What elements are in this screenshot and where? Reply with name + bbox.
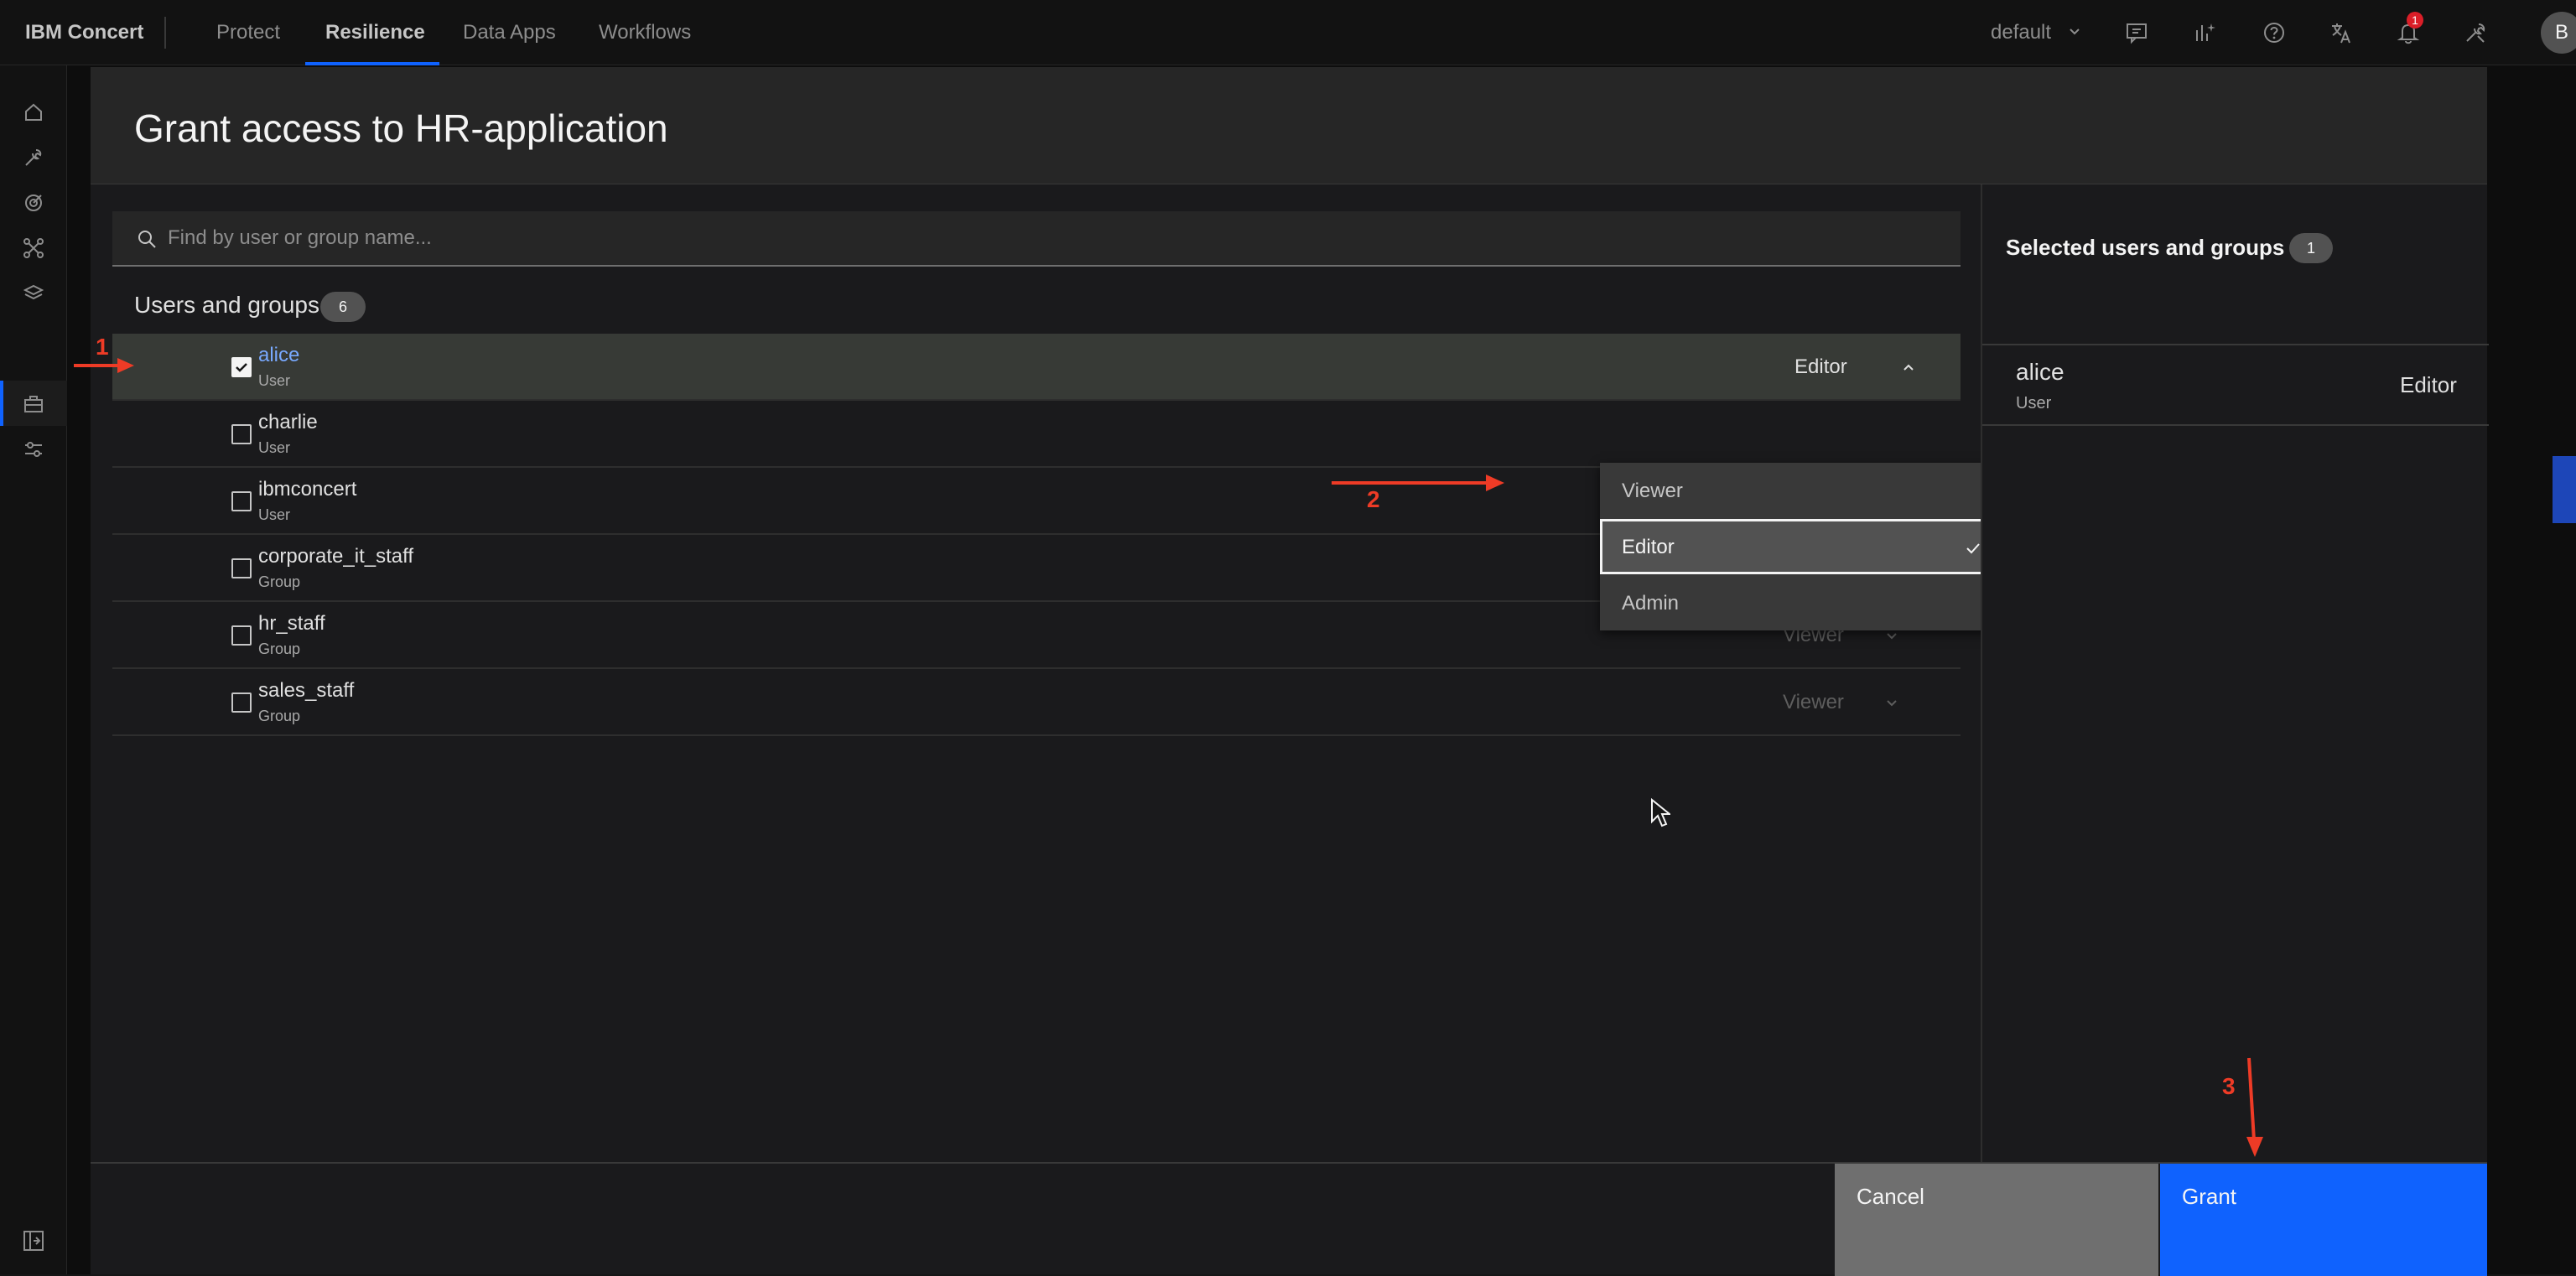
tools-icon[interactable] xyxy=(2459,16,2492,49)
selected-item-role: Editor xyxy=(2400,372,2457,397)
selected-item-type: User xyxy=(2016,394,2052,412)
help-icon[interactable] xyxy=(2257,16,2291,49)
dropdown-option-editor[interactable]: Editor xyxy=(1600,519,2004,574)
ai-icon[interactable] xyxy=(2189,16,2222,49)
row-checkbox[interactable] xyxy=(231,692,252,713)
target-icon[interactable] xyxy=(18,188,49,218)
role-select[interactable]: Editor xyxy=(1791,350,1934,384)
nav-data-apps[interactable]: Data Apps xyxy=(463,0,556,65)
chevron-down-icon xyxy=(1887,700,1897,707)
row-checkbox[interactable] xyxy=(231,357,252,377)
chevron-down-icon xyxy=(2070,29,2080,35)
row-name: ibmconcert xyxy=(258,478,357,501)
cancel-button[interactable]: Cancel xyxy=(1835,1164,2158,1276)
translate-icon[interactable] xyxy=(2324,16,2358,49)
row-type: Group xyxy=(258,573,301,590)
wrench-icon[interactable] xyxy=(18,143,49,173)
feedback-icon[interactable] xyxy=(2120,16,2153,49)
left-rail xyxy=(0,65,67,1274)
panel-toggle-icon[interactable] xyxy=(18,1226,49,1256)
dropdown-option-viewer[interactable]: Viewer xyxy=(1600,463,2004,518)
row-name[interactable]: alice xyxy=(258,344,299,367)
option-label: Viewer xyxy=(1622,480,1683,502)
notification-badge: 1 xyxy=(2407,12,2423,29)
annotation-step-1: 1 xyxy=(96,334,109,360)
row-type: User xyxy=(258,506,291,523)
briefcase-icon[interactable] xyxy=(18,389,49,419)
row-checkbox[interactable] xyxy=(231,424,252,444)
top-header: IBM Concert Protect Resilience Data Apps… xyxy=(0,0,2576,65)
selected-item-name: alice xyxy=(2016,359,2064,385)
role-select[interactable]: Viewer xyxy=(1783,686,1925,719)
list-item-sales-staff[interactable]: sales_staff Group Viewer xyxy=(112,669,1961,736)
grant-access-modal: Grant access to HR-application Users and… xyxy=(91,67,2489,1276)
modal-title: Grant access to HR-application xyxy=(134,106,668,150)
context-selector[interactable]: default xyxy=(1991,0,2051,65)
home-icon[interactable] xyxy=(18,97,49,127)
checkmark-icon xyxy=(236,363,247,372)
row-type: User xyxy=(258,372,291,389)
mouse-cursor-icon xyxy=(1651,798,1670,827)
role-dropdown-menu: Viewer Editor Admin xyxy=(1600,463,2004,630)
network-icon[interactable] xyxy=(18,233,49,263)
search-icon xyxy=(138,231,156,248)
role-label: Editor xyxy=(1794,355,1847,378)
row-checkbox[interactable] xyxy=(231,558,252,578)
search-input[interactable] xyxy=(168,211,1929,265)
list-item-alice[interactable]: alice User Editor xyxy=(112,334,1961,401)
chevron-up-icon xyxy=(1903,364,1914,371)
nav-resilience[interactable]: Resilience xyxy=(325,0,425,65)
layers-icon[interactable] xyxy=(18,278,49,309)
selected-item-alice: alice User Editor xyxy=(1982,345,2489,426)
nav-workflows[interactable]: Workflows xyxy=(599,0,691,65)
row-type: User xyxy=(258,439,291,456)
row-checkbox[interactable] xyxy=(231,491,252,511)
sliders-icon[interactable] xyxy=(18,434,49,464)
users-groups-count: 6 xyxy=(320,292,366,322)
role-label: Viewer xyxy=(1783,691,1844,713)
row-name: corporate_it_staff xyxy=(258,545,414,568)
users-groups-title: Users and groups xyxy=(134,292,320,318)
option-label: Editor xyxy=(1622,536,1675,558)
avatar[interactable]: B xyxy=(2541,12,2576,54)
row-type: Group xyxy=(258,641,301,657)
list-item-charlie[interactable]: charlie User xyxy=(112,401,1961,468)
modal-footer: Cancel Grant xyxy=(91,1162,2487,1276)
selected-panel-title: Selected users and groups xyxy=(2006,235,2285,260)
annotation-step-3: 3 xyxy=(2222,1073,2236,1099)
modal-header: Grant access to HR-application xyxy=(91,67,2487,184)
row-name: sales_staff xyxy=(258,679,355,702)
row-name: charlie xyxy=(258,411,318,433)
brand-divider xyxy=(164,17,166,49)
option-label: Admin xyxy=(1622,592,1680,615)
row-checkbox[interactable] xyxy=(231,625,252,646)
row-name: hr_staff xyxy=(258,612,325,635)
annotation-step-2: 2 xyxy=(1367,486,1380,512)
nav-protect[interactable]: Protect xyxy=(216,0,280,65)
row-type: Group xyxy=(258,708,301,724)
grant-button[interactable]: Grant xyxy=(2160,1164,2487,1276)
background-add-button: + xyxy=(2553,456,2576,523)
brand-name[interactable]: IBM Concert xyxy=(25,0,143,65)
selected-count: 1 xyxy=(2289,233,2333,263)
search-field[interactable] xyxy=(112,211,1961,267)
dropdown-option-admin[interactable]: Admin xyxy=(1600,575,2004,630)
